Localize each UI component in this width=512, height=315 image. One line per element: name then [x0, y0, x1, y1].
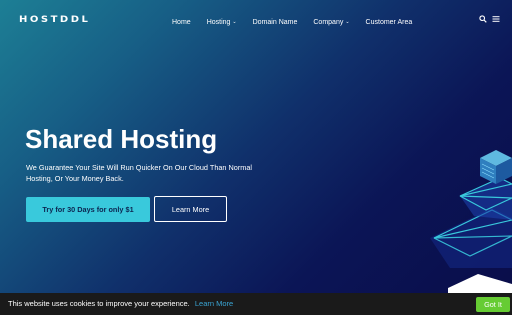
chevron-down-icon: ⌄ [232, 19, 237, 25]
main-menu: Home Hosting ⌄ Domain Name Company ⌄ Cus… [172, 16, 428, 28]
search-icon[interactable] [479, 15, 487, 23]
hero-section: HOSTDDL Home Hosting ⌄ Domain Name Compa… [0, 0, 512, 293]
logo[interactable]: HOSTDDL [19, 15, 90, 25]
learn-more-button[interactable]: Learn More [154, 196, 227, 222]
nav-item-label: Company [313, 18, 344, 26]
got-it-button[interactable]: Got It [476, 297, 510, 312]
nav-item-hosting[interactable]: Hosting ⌄ [207, 19, 237, 26]
nav-icons [479, 15, 500, 23]
cookie-consent-bar: This website uses cookies to improve you… [0, 293, 512, 315]
try-trial-button[interactable]: Try for 30 Days for only $1 [26, 197, 150, 222]
chevron-down-icon: ⌄ [345, 19, 350, 25]
hero-subtitle: We Guarantee Your Site Will Run Quicker … [26, 163, 253, 183]
nav-item-domain-name[interactable]: Domain Name [253, 19, 298, 26]
nav-item-customer-area[interactable]: Customer Area [366, 19, 413, 26]
top-navigation: HOSTDDL Home Hosting ⌄ Domain Name Compa… [0, 0, 512, 40]
nav-item-company[interactable]: Company ⌄ [313, 19, 349, 26]
nav-item-label: Domain Name [252, 18, 298, 26]
nav-item-label: Hosting [206, 18, 231, 26]
cookie-message: This website uses cookies to improve you… [8, 299, 233, 308]
cookie-learn-more-link[interactable]: Learn More [195, 299, 233, 308]
menu-icon[interactable] [492, 15, 500, 23]
nav-item-label: Home [172, 18, 191, 26]
nav-item-label: Customer Area [365, 18, 413, 26]
page-title: Shared Hosting [25, 124, 218, 154]
isometric-server-illustration [430, 150, 512, 293]
nav-item-home[interactable]: Home [172, 19, 191, 26]
cookie-text: This website uses cookies to improve you… [8, 299, 190, 308]
